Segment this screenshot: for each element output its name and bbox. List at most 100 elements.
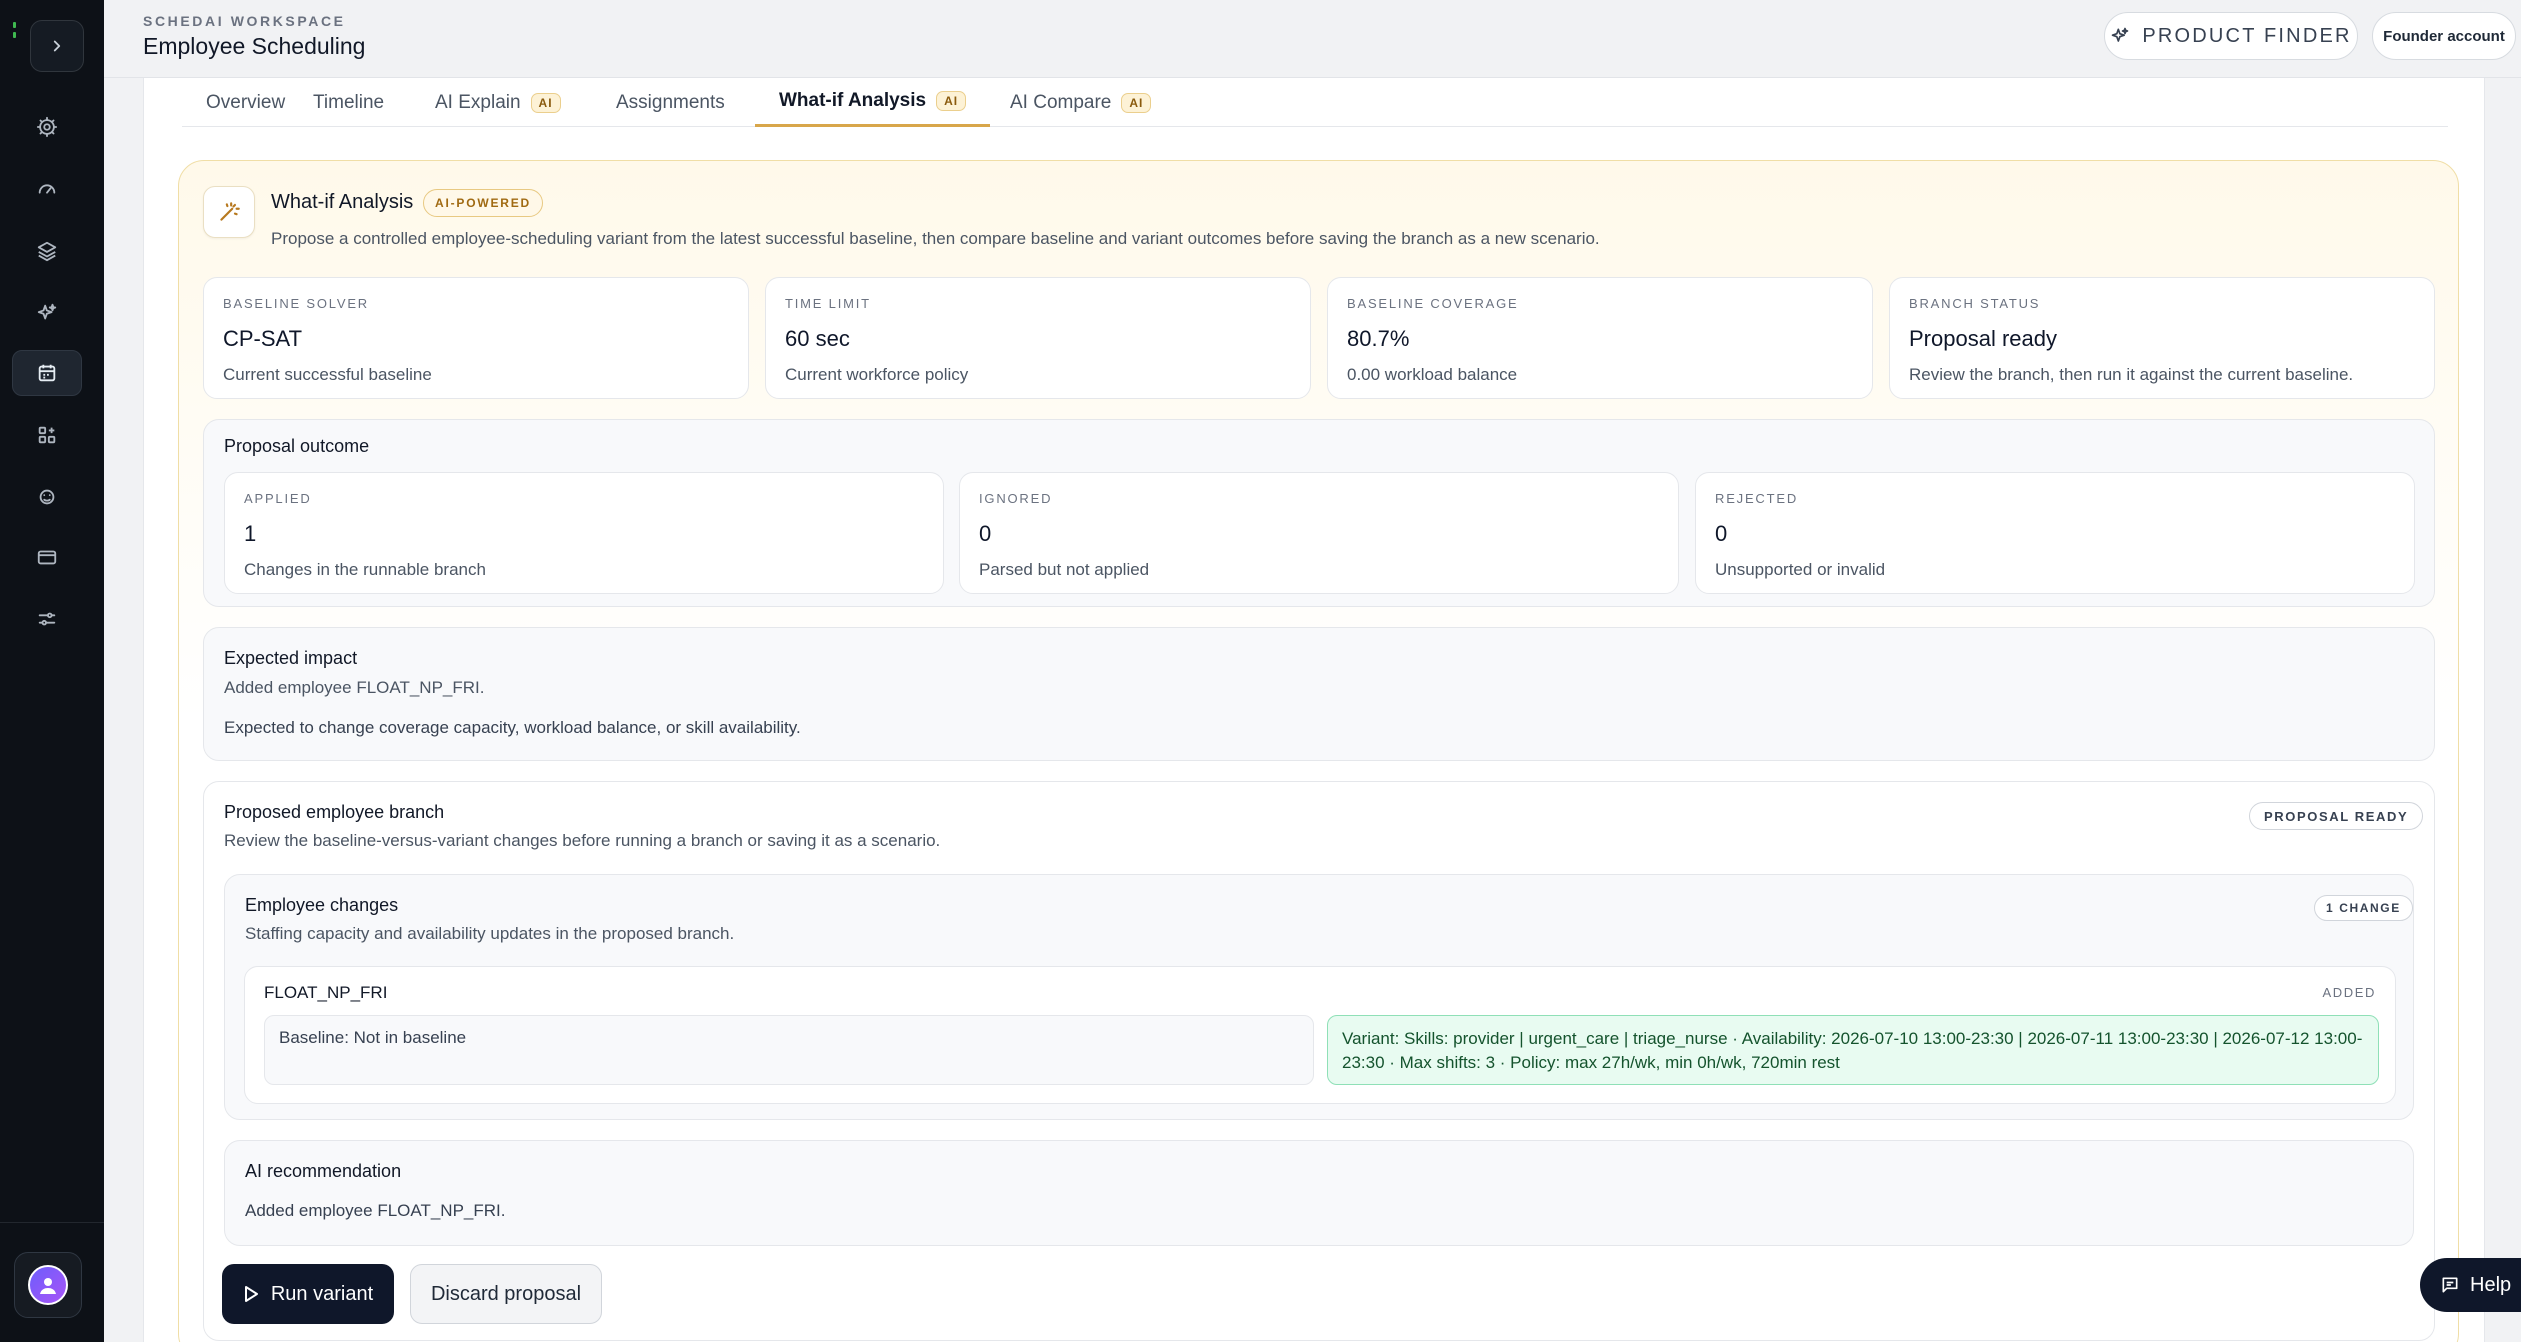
- variant-value: Variant: Skills: provider | urgent_care …: [1327, 1015, 2379, 1085]
- recommendation-text: Added employee FLOAT_NP_FRI.: [245, 1201, 506, 1220]
- product-finder-button[interactable]: PRODUCT FINDER: [2104, 12, 2358, 60]
- stat-label: BASELINE COVERAGE: [1347, 296, 1519, 311]
- tab-label: Overview: [206, 91, 286, 113]
- ai-recommendation-section: AI recommendation Added employee FLOAT_N…: [224, 1140, 2414, 1246]
- gauge-icon: [38, 184, 56, 194]
- settings-icon: [36, 116, 58, 138]
- sidebar-status-indicator: [13, 22, 17, 48]
- sidebar-item-layers[interactable]: [12, 228, 82, 274]
- sidebar: [0, 0, 104, 1342]
- sidebar-item-dashboard[interactable]: [12, 166, 82, 212]
- sidebar-expand-button[interactable]: [30, 20, 84, 72]
- avatar: [28, 1265, 68, 1305]
- employee-change-card: FLOAT_NP_FRI ADDED Baseline: Not in base…: [244, 966, 2396, 1104]
- ai-badge: AI: [1121, 92, 1152, 113]
- proposal-status-badge: PROPOSAL READY: [2249, 802, 2424, 830]
- stat-sub: Review the branch, then run it against t…: [1909, 365, 2354, 384]
- account-button[interactable]: Founder account: [2372, 12, 2516, 60]
- tab-label: Timeline: [313, 91, 385, 113]
- change-count-badge: 1 CHANGE: [2314, 895, 2413, 921]
- section-title: Employee changes: [245, 895, 399, 915]
- face-scan-icon: [39, 489, 55, 505]
- outcome-label: IGNORED: [979, 491, 1053, 506]
- outcome-sub: Changes in the runnable branch: [244, 560, 486, 579]
- proposal-outcome-section: Proposal outcome APPLIED 1 Changes in th…: [203, 419, 2435, 607]
- stat-card-baseline-solver: BASELINE SOLVER CP-SAT Current successfu…: [203, 277, 749, 399]
- magic-wand-icon: [220, 202, 240, 221]
- stat-value: 80.7%: [1347, 326, 1410, 351]
- outcome-label: APPLIED: [244, 491, 312, 506]
- outcome-label: REJECTED: [1715, 491, 1799, 506]
- outcome-value: 0: [979, 521, 992, 546]
- discard-proposal-button[interactable]: Discard proposal: [410, 1264, 602, 1324]
- outcome-value: 0: [1715, 521, 1728, 546]
- sidebar-item-recognition[interactable]: [12, 474, 82, 520]
- analysis-description: Propose a controlled employee-scheduling…: [271, 229, 1600, 248]
- section-description: Staffing capacity and availability updat…: [245, 924, 735, 943]
- ai-badge: AI: [936, 91, 967, 111]
- tab-what-if-analysis[interactable]: What-if Analysis AI: [755, 78, 991, 127]
- tab-ai-compare[interactable]: AI Compare AI: [986, 78, 1175, 127]
- expected-impact-section: Expected impact Added employee FLOAT_NP_…: [203, 627, 2435, 761]
- top-header: SCHEDAI WORKSPACE Employee Scheduling PR…: [104, 0, 2521, 78]
- sidebar-divider: [0, 1222, 104, 1223]
- help-button[interactable]: Help: [2420, 1258, 2521, 1312]
- stat-value: 60 sec: [785, 326, 850, 351]
- outcome-sub: Unsupported or invalid: [1715, 560, 1886, 579]
- help-label: Help: [2470, 1273, 2512, 1296]
- sidebar-item-ai[interactable]: [12, 290, 82, 336]
- section-description: Review the baseline-versus-variant chang…: [224, 831, 941, 850]
- stat-sub: Current successful baseline: [223, 365, 432, 384]
- change-type-tag: ADDED: [2322, 985, 2376, 1000]
- page-title: Employee Scheduling: [143, 33, 366, 59]
- credit-card-icon: [37, 550, 57, 565]
- tab-label: AI Explain: [435, 91, 521, 113]
- section-title: Proposal outcome: [224, 436, 370, 456]
- what-if-panel: What-if Analysis AI-POWERED Propose a co…: [178, 160, 2459, 1342]
- tab-timeline[interactable]: Timeline: [289, 78, 408, 127]
- stat-value: Proposal ready: [1909, 326, 2057, 351]
- outcome-sub: Parsed but not applied: [979, 560, 1150, 579]
- sparkles-icon: [37, 303, 57, 320]
- grid-plus-icon: [38, 426, 56, 444]
- sidebar-item-settings[interactable]: [12, 104, 82, 150]
- outcome-value: 1: [244, 521, 257, 546]
- sliders-icon: [38, 612, 56, 626]
- user-avatar-button[interactable]: [14, 1252, 82, 1318]
- stat-label: TIME LIMIT: [785, 296, 871, 311]
- sidebar-item-scheduling[interactable]: [12, 350, 82, 396]
- wand-icon-box: [203, 186, 255, 238]
- run-variant-label: Run variant: [270, 1282, 374, 1305]
- section-title: Expected impact: [224, 648, 358, 668]
- analysis-title: What-if Analysis: [271, 191, 414, 213]
- impact-line: Added employee FLOAT_NP_FRI.: [224, 678, 485, 697]
- stat-card-time-limit: TIME LIMIT 60 sec Current workforce poli…: [765, 277, 1311, 399]
- outcome-card-rejected: REJECTED 0 Unsupported or invalid: [1695, 472, 2415, 594]
- user-icon: [40, 1278, 56, 1294]
- tab-ai-explain[interactable]: AI Explain AI: [411, 78, 585, 127]
- baseline-value: Baseline: Not in baseline: [264, 1015, 1314, 1085]
- stat-label: BRANCH STATUS: [1909, 296, 2041, 311]
- chevron-right-icon: [53, 40, 61, 52]
- run-variant-button[interactable]: Run variant: [222, 1264, 394, 1324]
- tab-bar: Overview Timeline AI Explain AI Assignme…: [182, 78, 2448, 127]
- stat-value: CP-SAT: [223, 326, 303, 351]
- sidebar-item-billing[interactable]: [12, 534, 82, 580]
- sidebar-item-apps[interactable]: [12, 412, 82, 458]
- play-icon: [244, 1286, 258, 1302]
- layers-icon: [37, 241, 57, 262]
- chat-icon: [2442, 1277, 2458, 1293]
- sidebar-item-preferences[interactable]: [12, 596, 82, 642]
- calendar-icon: [38, 364, 56, 382]
- tab-label: Assignments: [616, 91, 725, 113]
- outcome-card-ignored: IGNORED 0 Parsed but not applied: [959, 472, 1679, 594]
- tab-assignments[interactable]: Assignments: [592, 78, 749, 127]
- stat-card-baseline-coverage: BASELINE COVERAGE 80.7% 0.00 workload ba…: [1327, 277, 1873, 399]
- section-title: Proposed employee branch: [224, 802, 445, 822]
- employee-changes-section: Employee changes Staffing capacity and a…: [224, 874, 2414, 1120]
- impact-line: Expected to change coverage capacity, wo…: [224, 718, 801, 737]
- employee-name: FLOAT_NP_FRI: [264, 983, 388, 1002]
- tab-label: What-if Analysis: [779, 90, 927, 111]
- ai-powered-badge: AI-POWERED: [423, 189, 543, 217]
- outcome-card-applied: APPLIED 1 Changes in the runnable branch: [224, 472, 944, 594]
